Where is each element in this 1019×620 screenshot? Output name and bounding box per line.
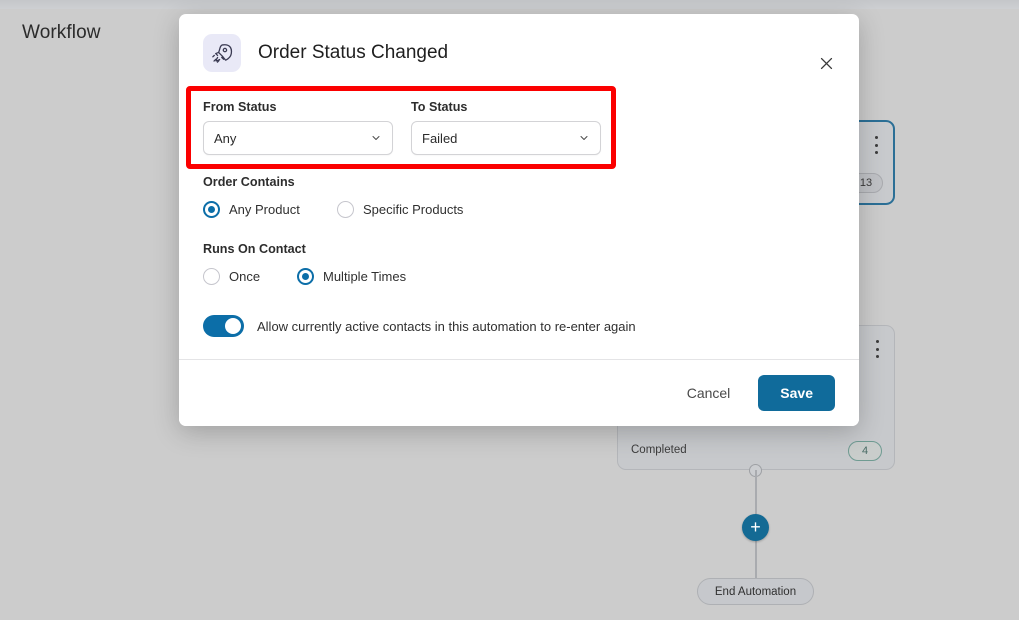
radio-icon-unselected (337, 200, 354, 218)
dialog-header: Order Status Changed (179, 14, 859, 92)
dialog-footer: Cancel Save (179, 359, 859, 426)
status-badge: 4 (848, 441, 882, 461)
reenter-toggle-label: Allow currently active contacts in this … (257, 318, 636, 334)
to-status-field: To Status Failed (411, 100, 601, 155)
page-title: Workflow (22, 22, 101, 43)
runs-on-contact-options: Once Multiple Times (203, 263, 835, 289)
order-contains-label: Order Contains (203, 175, 295, 189)
order-contains-group: Order Contains Any Product Specific Prod… (203, 175, 835, 222)
dialog-body: From Status Any To Status Failed Order C… (179, 92, 859, 337)
radio-label: Multiple Times (323, 268, 407, 284)
radio-specific-products[interactable]: Specific Products (337, 196, 463, 222)
from-status-label: From Status (203, 100, 277, 114)
order-status-changed-dialog: Order Status Changed From Status Any To … (179, 14, 859, 426)
from-status-value: Any (214, 130, 237, 146)
add-step-button[interactable]: + (742, 514, 769, 541)
radio-label: Specific Products (363, 201, 464, 217)
radio-label: Once (229, 268, 261, 284)
radio-any-product[interactable]: Any Product (203, 196, 337, 222)
kebab-menu-icon[interactable] (875, 340, 879, 358)
top-sheen-strip (0, 0, 1019, 9)
rocket-icon (203, 34, 241, 72)
from-status-select[interactable]: Any (203, 121, 393, 155)
radio-label: Any Product (229, 201, 300, 217)
end-automation-node[interactable]: End Automation (697, 578, 814, 605)
radio-icon-selected (297, 267, 314, 285)
chevron-down-icon (370, 132, 382, 144)
save-button[interactable]: Save (758, 375, 835, 411)
to-status-label: To Status (411, 100, 468, 114)
order-contains-options: Any Product Specific Products (203, 196, 835, 222)
runs-on-contact-group: Runs On Contact Once Multiple Times (203, 242, 835, 289)
reenter-toggle[interactable] (203, 315, 244, 337)
radio-icon-unselected (203, 267, 220, 285)
to-status-value: Failed (422, 130, 458, 146)
to-status-select[interactable]: Failed (411, 121, 601, 155)
radio-multiple-times[interactable]: Multiple Times (297, 263, 406, 289)
close-icon[interactable] (815, 52, 837, 74)
radio-once[interactable]: Once (203, 263, 297, 289)
dialog-title: Order Status Changed (258, 42, 449, 63)
status-fields-row: From Status Any To Status Failed (203, 92, 835, 155)
reenter-toggle-row: Allow currently active contacts in this … (203, 315, 835, 337)
kebab-menu-icon[interactable] (874, 136, 878, 154)
plus-icon: + (750, 516, 761, 537)
chevron-down-icon (578, 132, 590, 144)
runs-on-contact-label: Runs On Contact (203, 242, 306, 256)
cancel-button[interactable]: Cancel (677, 379, 741, 407)
radio-icon-selected (203, 200, 220, 218)
workflow-row-label: Completed (631, 444, 687, 456)
from-status-field: From Status Any (203, 100, 393, 155)
